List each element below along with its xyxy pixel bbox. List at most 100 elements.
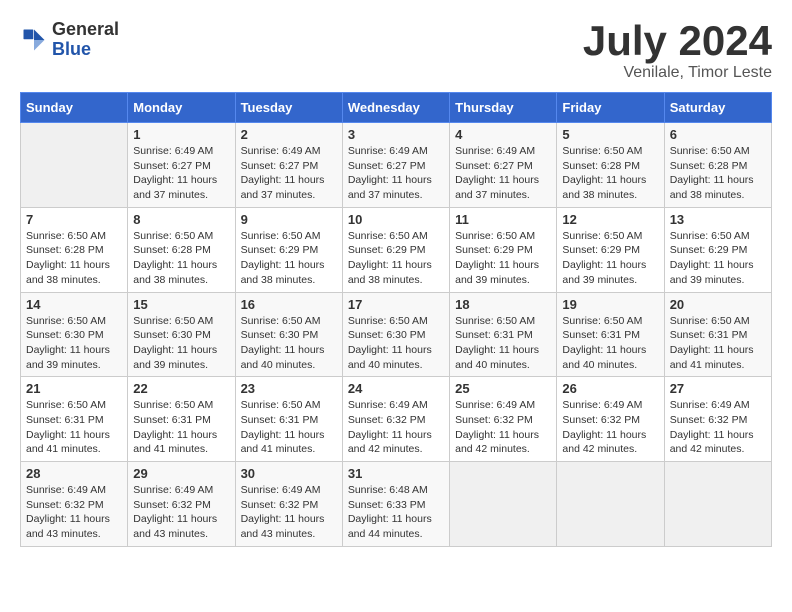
calendar-day-cell: 21 Sunrise: 6:50 AM Sunset: 6:31 PM Dayli… [21, 377, 128, 462]
day-info: Sunrise: 6:50 AM Sunset: 6:31 PM Dayligh… [455, 314, 551, 373]
logo-text: General Blue [52, 20, 119, 60]
day-info: Sunrise: 6:50 AM Sunset: 6:30 PM Dayligh… [348, 314, 444, 373]
calendar-day-cell: 5Sunrise: 6:50 AM Sunset: 6:28 PM Daylig… [557, 123, 664, 208]
day-info: Sunrise: 6:50 AM Sunset: 6:30 PM Dayligh… [241, 314, 337, 373]
day-number: 2 [241, 127, 337, 142]
calendar-week-row: 14Sunrise: 6:50 AM Sunset: 6:30 PM Dayli… [21, 292, 772, 377]
day-info: Sunrise: 6:50 AM Sunset: 6:29 PM Dayligh… [562, 229, 658, 288]
day-number: 3 [348, 127, 444, 142]
calendar-day-cell [664, 462, 771, 547]
calendar-day-cell: 2 Sunrise: 6:49 AM Sunset: 6:27 PM Daylig… [235, 123, 342, 208]
day-info: Sunrise: 6:49 AM Sunset: 6:27 PM Dayligh… [241, 144, 337, 203]
calendar-day-cell: 16 Sunrise: 6:50 AM Sunset: 6:30 PM Dayli… [235, 292, 342, 377]
day-info: Sunrise: 6:50 AM Sunset: 6:31 PM Dayligh… [133, 398, 229, 457]
calendar-day-cell: 18 Sunrise: 6:50 AM Sunset: 6:31 PM Dayli… [450, 292, 557, 377]
day-info: Sunrise: 6:50 AM Sunset: 6:28 PM Dayligh… [670, 144, 766, 203]
logo-blue: Blue [52, 40, 119, 60]
day-info: Sunrise: 6:50 AM Sunset: 6:31 PM Dayligh… [241, 398, 337, 457]
location-subtitle: Venilale, Timor Leste [583, 64, 772, 82]
day-number: 7 [26, 212, 122, 227]
calendar-day-cell: 31 Sunrise: 6:48 AM Sunset: 6:33 PM Dayli… [342, 462, 449, 547]
calendar-day-cell: 1 Sunrise: 6:49 AM Sunset: 6:27 PM Daylig… [128, 123, 235, 208]
calendar-week-row: 28Sunrise: 6:49 AM Sunset: 6:32 PM Dayli… [21, 462, 772, 547]
calendar-day-cell: 17 Sunrise: 6:50 AM Sunset: 6:30 PM Dayli… [342, 292, 449, 377]
day-info: Sunrise: 6:50 AM Sunset: 6:29 PM Dayligh… [241, 229, 337, 288]
day-number: 24 [348, 381, 444, 396]
day-info: Sunrise: 6:49 AM Sunset: 6:27 PM Dayligh… [348, 144, 444, 203]
calendar-day-cell: 14Sunrise: 6:50 AM Sunset: 6:30 PM Dayli… [21, 292, 128, 377]
calendar-day-cell: 23 Sunrise: 6:50 AM Sunset: 6:31 PM Dayli… [235, 377, 342, 462]
day-info: Sunrise: 6:50 AM Sunset: 6:31 PM Dayligh… [670, 314, 766, 373]
day-info: Sunrise: 6:49 AM Sunset: 6:32 PM Dayligh… [562, 398, 658, 457]
day-number: 27 [670, 381, 766, 396]
weekday-header: Monday [128, 93, 235, 123]
day-info: Sunrise: 6:50 AM Sunset: 6:29 PM Dayligh… [348, 229, 444, 288]
calendar-day-cell: 13Sunrise: 6:50 AM Sunset: 6:29 PM Dayli… [664, 207, 771, 292]
calendar-day-cell: 9 Sunrise: 6:50 AM Sunset: 6:29 PM Daylig… [235, 207, 342, 292]
day-number: 19 [562, 297, 658, 312]
day-info: Sunrise: 6:48 AM Sunset: 6:33 PM Dayligh… [348, 483, 444, 542]
calendar-day-cell: 20 Sunrise: 6:50 AM Sunset: 6:31 PM Dayli… [664, 292, 771, 377]
day-info: Sunrise: 6:49 AM Sunset: 6:32 PM Dayligh… [670, 398, 766, 457]
calendar-day-cell: 6 Sunrise: 6:50 AM Sunset: 6:28 PM Daylig… [664, 123, 771, 208]
day-number: 5 [562, 127, 658, 142]
day-info: Sunrise: 6:49 AM Sunset: 6:32 PM Dayligh… [455, 398, 551, 457]
day-number: 11 [455, 212, 551, 227]
calendar-day-cell: 29 Sunrise: 6:49 AM Sunset: 6:32 PM Dayli… [128, 462, 235, 547]
calendar-day-cell [557, 462, 664, 547]
day-number: 17 [348, 297, 444, 312]
day-info: Sunrise: 6:49 AM Sunset: 6:27 PM Dayligh… [133, 144, 229, 203]
calendar-day-cell: 19 Sunrise: 6:50 AM Sunset: 6:31 PM Dayli… [557, 292, 664, 377]
day-number: 1 [133, 127, 229, 142]
day-info: Sunrise: 6:49 AM Sunset: 6:32 PM Dayligh… [26, 483, 122, 542]
day-number: 9 [241, 212, 337, 227]
day-number: 22 [133, 381, 229, 396]
calendar-day-cell: 4Sunrise: 6:49 AM Sunset: 6:27 PM Daylig… [450, 123, 557, 208]
weekday-header: Tuesday [235, 93, 342, 123]
day-number: 21 [26, 381, 122, 396]
calendar-day-cell: 10Sunrise: 6:50 AM Sunset: 6:29 PM Dayli… [342, 207, 449, 292]
calendar-day-cell [450, 462, 557, 547]
calendar-day-cell: 24 Sunrise: 6:49 AM Sunset: 6:32 PM Dayli… [342, 377, 449, 462]
weekday-header: Friday [557, 93, 664, 123]
day-info: Sunrise: 6:50 AM Sunset: 6:31 PM Dayligh… [562, 314, 658, 373]
day-number: 20 [670, 297, 766, 312]
day-info: Sunrise: 6:50 AM Sunset: 6:31 PM Dayligh… [26, 398, 122, 457]
day-number: 6 [670, 127, 766, 142]
page-header: General Blue July 2024 Venilale, Timor L… [20, 20, 772, 82]
day-info: Sunrise: 6:49 AM Sunset: 6:32 PM Dayligh… [133, 483, 229, 542]
day-number: 12 [562, 212, 658, 227]
day-number: 26 [562, 381, 658, 396]
calendar-week-row: 21 Sunrise: 6:50 AM Sunset: 6:31 PM Dayli… [21, 377, 772, 462]
weekday-header: Sunday [21, 93, 128, 123]
logo-icon [20, 26, 48, 54]
day-info: Sunrise: 6:50 AM Sunset: 6:28 PM Dayligh… [133, 229, 229, 288]
day-number: 30 [241, 466, 337, 481]
logo-general: General [52, 20, 119, 40]
day-number: 18 [455, 297, 551, 312]
title-block: July 2024 Venilale, Timor Leste [583, 20, 772, 82]
weekday-header-row: SundayMondayTuesdayWednesdayThursdayFrid… [21, 93, 772, 123]
day-number: 4 [455, 127, 551, 142]
day-info: Sunrise: 6:49 AM Sunset: 6:32 PM Dayligh… [348, 398, 444, 457]
day-number: 8 [133, 212, 229, 227]
weekday-header: Saturday [664, 93, 771, 123]
day-number: 29 [133, 466, 229, 481]
calendar-day-cell: 30Sunrise: 6:49 AM Sunset: 6:32 PM Dayli… [235, 462, 342, 547]
calendar-week-row: 7 Sunrise: 6:50 AM Sunset: 6:28 PM Daylig… [21, 207, 772, 292]
day-number: 31 [348, 466, 444, 481]
calendar-day-cell: 22 Sunrise: 6:50 AM Sunset: 6:31 PM Dayli… [128, 377, 235, 462]
day-number: 25 [455, 381, 551, 396]
day-number: 16 [241, 297, 337, 312]
day-info: Sunrise: 6:50 AM Sunset: 6:30 PM Dayligh… [26, 314, 122, 373]
day-number: 15 [133, 297, 229, 312]
calendar-day-cell: 8 Sunrise: 6:50 AM Sunset: 6:28 PM Daylig… [128, 207, 235, 292]
calendar-day-cell: 7Sunrise: 6:50 AM Sunset: 6:28 PM Daylig… [21, 207, 128, 292]
calendar-day-cell: 27 Sunrise: 6:49 AM Sunset: 6:32 PM Dayli… [664, 377, 771, 462]
calendar-day-cell: 15Sunrise: 6:50 AM Sunset: 6:30 PM Dayli… [128, 292, 235, 377]
day-number: 23 [241, 381, 337, 396]
logo[interactable]: General Blue [20, 20, 119, 60]
calendar-day-cell [21, 123, 128, 208]
calendar-day-cell: 26 Sunrise: 6:49 AM Sunset: 6:32 PM Dayli… [557, 377, 664, 462]
month-year-title: July 2024 [583, 20, 772, 62]
